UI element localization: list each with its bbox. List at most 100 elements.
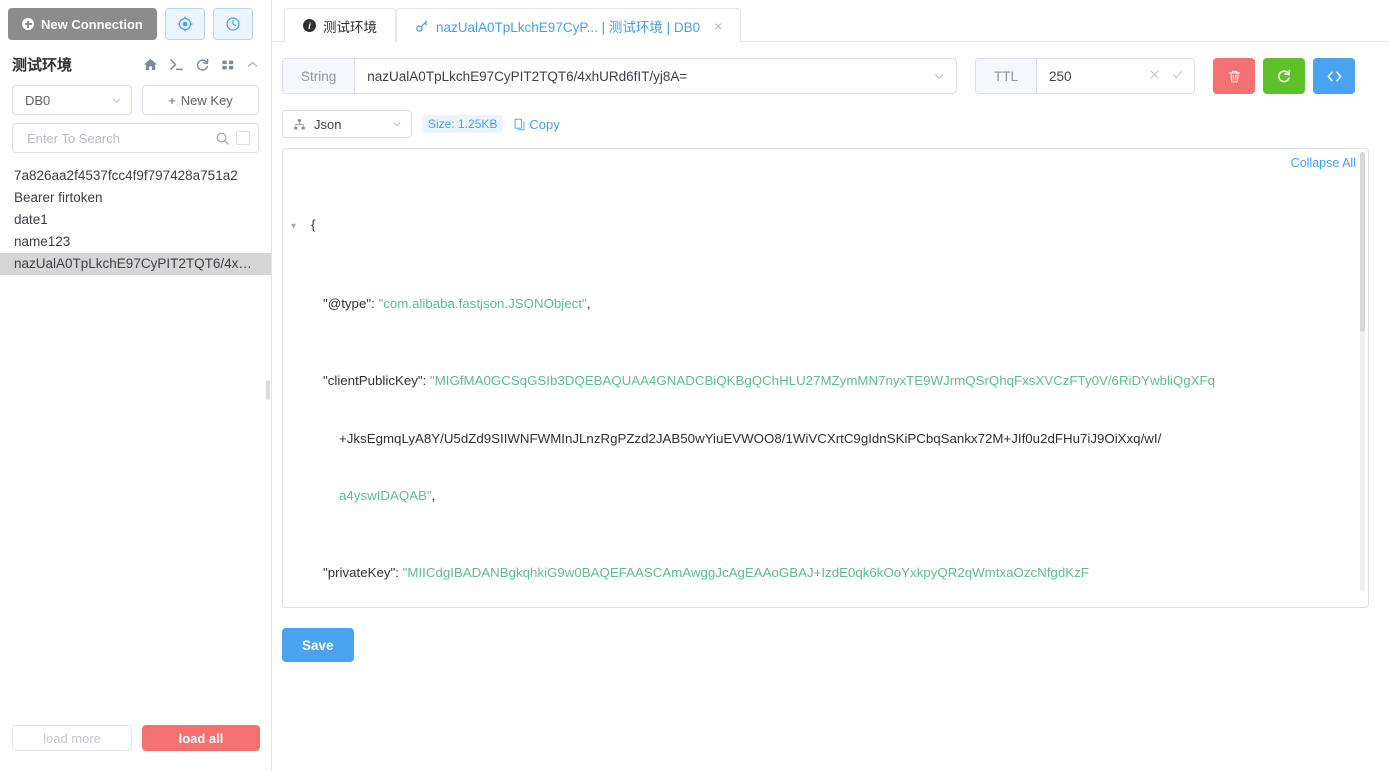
- chevron-up-icon: [247, 61, 258, 67]
- grid-view-button[interactable]: [221, 58, 235, 72]
- history-clock-icon: [226, 17, 240, 31]
- chevron-down-icon: [934, 74, 944, 79]
- key-type-label: String: [283, 59, 356, 93]
- key-detail-content: String TTL: [266, 42, 1389, 662]
- environment-header: 测试环境: [0, 40, 271, 81]
- json-root-open: ▾{: [291, 215, 1348, 236]
- chevron-down-icon: [393, 122, 401, 127]
- refresh-icon: [1278, 69, 1291, 83]
- load-all-button[interactable]: load all: [142, 725, 260, 751]
- json-open-brace: {: [311, 217, 316, 233]
- json-entry: "privateKey": "MIICdgIBADANBgkqhkiG9w0BA…: [323, 565, 1089, 581]
- close-icon: [1150, 70, 1159, 79]
- redis-client-window: New Connection 测试环境 DB0 + New Key Enter …: [0, 0, 1389, 771]
- key-list-footer: load more load all: [0, 725, 272, 751]
- grid-icon: [222, 60, 234, 69]
- ttl-confirm-button[interactable]: [1171, 68, 1184, 84]
- chevron-down-icon: [112, 98, 121, 103]
- view-code-button[interactable]: [1313, 58, 1355, 94]
- json-key: "privateKey": [323, 565, 396, 581]
- key-expand-button[interactable]: [932, 59, 956, 93]
- search-icon: [216, 132, 229, 145]
- connection-toolbar: New Connection: [0, 0, 271, 40]
- history-button[interactable]: [212, 8, 253, 40]
- new-connection-label: New Connection: [41, 16, 143, 32]
- tab-label: 测试环境: [323, 19, 377, 35]
- editor-scrollbar[interactable]: [1360, 152, 1365, 592]
- list-item[interactable]: name123: [0, 231, 271, 253]
- terminal-button[interactable]: [169, 57, 184, 72]
- refresh-button[interactable]: [195, 57, 210, 72]
- new-key-button[interactable]: + New Key: [142, 85, 259, 115]
- tab-close-button[interactable]: ×: [714, 18, 722, 34]
- ttl-label: TTL: [976, 59, 1038, 93]
- database-select[interactable]: DB0: [12, 85, 132, 115]
- tab-bar: i 测试环境 nazUalA0TpLkchE97CyP... | 测试环境 | …: [272, 0, 1389, 42]
- terminal-icon: [170, 59, 183, 71]
- json-entry: "clientPublicKey": "MIGfMA0GCSqGSIb3DQEB…: [323, 373, 1215, 389]
- search-box: [12, 123, 259, 153]
- save-button[interactable]: Save: [282, 628, 354, 662]
- json-value: "com.alibaba.fastjson.JSONObject": [378, 296, 587, 312]
- list-item[interactable]: date1: [0, 209, 271, 231]
- target-icon: [177, 16, 193, 32]
- list-item[interactable]: Bearer firtoken: [0, 187, 271, 209]
- panel-resize-handle[interactable]: [266, 380, 270, 400]
- environment-action-icons: [143, 57, 259, 72]
- home-button[interactable]: [143, 57, 158, 72]
- trash-icon: [1228, 70, 1240, 82]
- environment-title: 测试环境: [12, 57, 73, 74]
- collapse-button[interactable]: [246, 58, 259, 71]
- plus-icon: +: [168, 92, 176, 108]
- fold-toggle-icon[interactable]: ▾: [291, 217, 305, 236]
- json-comma: ,: [586, 296, 591, 312]
- json-key: "@type": [323, 296, 372, 312]
- key-name-input[interactable]: [355, 59, 932, 93]
- list-item[interactable]: 7a826aa2f4537fcc4f9f797428a751a2: [0, 165, 271, 187]
- json-value-cont: a4yswIDAQAB",: [297, 486, 1348, 505]
- copy-value-button[interactable]: Copy: [513, 116, 560, 132]
- tab-connection-overview[interactable]: i 测试环境: [284, 8, 396, 42]
- delete-key-button[interactable]: [1213, 58, 1255, 94]
- json-value: "MIICdgIBADANBgkqhkiG9w0BAQEFAASCAmAwggJ…: [402, 565, 1089, 581]
- list-item[interactable]: nazUalA0TpLkchE97CyPIT2TQT6/4xhU...: [0, 253, 271, 275]
- tab-key-detail[interactable]: nazUalA0TpLkchE97CyP... | 测试环境 | DB0 ×: [396, 8, 742, 42]
- tab-label: nazUalA0TpLkchE97CyP... | 测试环境 | DB0: [436, 19, 701, 35]
- code-icon: [1327, 70, 1341, 82]
- sidebar: New Connection 测试环境 DB0 + New Key Enter …: [0, 0, 272, 771]
- search-row: [0, 123, 271, 161]
- ttl-action-icons: [1148, 59, 1194, 93]
- info-icon: i: [303, 19, 316, 32]
- home-icon: [143, 58, 158, 71]
- search-input[interactable]: [25, 129, 209, 147]
- key-list: 7a826aa2f4537fcc4f9f797428a751a2 Bearer …: [0, 161, 271, 275]
- sitemap-icon: [294, 118, 305, 130]
- search-scope-checkbox[interactable]: [236, 131, 250, 145]
- json-key: "clientPublicKey": [323, 373, 423, 389]
- value-format-select[interactable]: Json: [282, 110, 412, 138]
- new-key-label: New Key: [180, 92, 233, 108]
- ttl-input[interactable]: [1037, 59, 1148, 93]
- collapse-all-button[interactable]: Collapse All: [1291, 156, 1356, 170]
- format-toolbar-row: Json Size: 1.25KB Copy: [282, 110, 1369, 138]
- check-icon: [1172, 71, 1183, 79]
- database-row: DB0 + New Key: [0, 81, 271, 123]
- ttl-clear-button[interactable]: [1148, 68, 1161, 84]
- database-select-value: DB0: [25, 92, 51, 108]
- key-action-buttons: [1213, 58, 1355, 94]
- refresh-icon: [196, 58, 209, 71]
- ttl-input-group: TTL: [975, 58, 1195, 94]
- refresh-key-button[interactable]: [1263, 58, 1305, 94]
- load-more-button[interactable]: load more: [12, 725, 132, 751]
- json-value-tail: a4yswIDAQAB": [339, 488, 432, 504]
- json-value-cont: +JksEgmqLyA8Y/U5dZd9SIIWNFWMInJLnzRgPZzd…: [339, 430, 1162, 446]
- value-size-badge: Size: 1.25KB: [422, 115, 504, 133]
- key-icon: [416, 20, 428, 32]
- new-connection-button[interactable]: New Connection: [8, 8, 157, 40]
- copy-label: Copy: [529, 116, 560, 132]
- json-viewer: Collapse All ▾{ "@type": "com.alibaba.fa…: [282, 148, 1369, 608]
- target-button[interactable]: [164, 8, 205, 40]
- value-format-value: Json: [314, 116, 342, 132]
- key-toolbar-row: String TTL: [282, 58, 1369, 94]
- copy-icon: [514, 118, 525, 130]
